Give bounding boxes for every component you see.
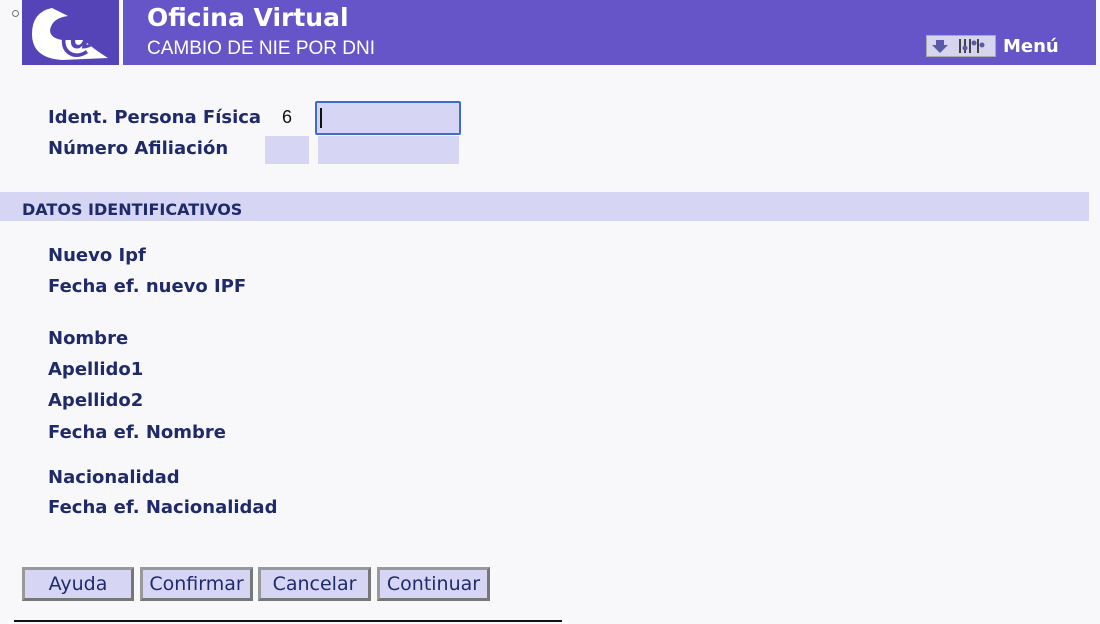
at-sign-logo-icon: @ (22, 0, 119, 65)
nuevo-ipf-label: Nuevo Ipf (48, 245, 146, 266)
corner-dot-icon (12, 10, 19, 17)
confirmar-button[interactable]: Confirmar (140, 567, 253, 601)
afiliacion-number-field[interactable] (318, 136, 459, 164)
cancelar-button[interactable]: Cancelar (258, 567, 371, 601)
page-subtitle: CAMBIO DE NIE POR DNI (147, 38, 376, 59)
ipf-prefix: 6 (282, 107, 293, 127)
fecha-nombre-label: Fecha ef. Nombre (48, 422, 226, 443)
nombre-label: Nombre (48, 328, 129, 349)
app-title: Oficina Virtual (147, 3, 349, 32)
afiliacion-label: Número Afiliación (48, 138, 229, 159)
text-caret (320, 108, 322, 128)
menu-toolbar-button[interactable] (926, 35, 996, 57)
ipf-input[interactable] (315, 101, 461, 135)
menu-link[interactable]: Menú (1003, 36, 1059, 57)
apellido1-label: Apellido1 (48, 359, 144, 380)
section-title: DATOS IDENTIFICATIVOS (22, 200, 243, 219)
apellido2-label: Apellido2 (48, 390, 144, 411)
nacionalidad-label: Nacionalidad (48, 467, 180, 488)
afiliacion-prefix-field[interactable] (265, 136, 309, 164)
fecha-nacionalidad-label: Fecha ef. Nacionalidad (48, 497, 278, 518)
arrow-down-icon (932, 40, 948, 53)
header-separator (119, 0, 123, 65)
fecha-nuevo-ipf-label: Fecha ef. nuevo IPF (48, 276, 247, 297)
ayuda-button[interactable]: Ayuda (22, 567, 134, 601)
continuar-button[interactable]: Continuar (377, 567, 490, 601)
bottom-divider (14, 620, 562, 622)
ipf-label: Ident. Persona Física (48, 107, 262, 128)
svg-text:@: @ (60, 14, 100, 60)
